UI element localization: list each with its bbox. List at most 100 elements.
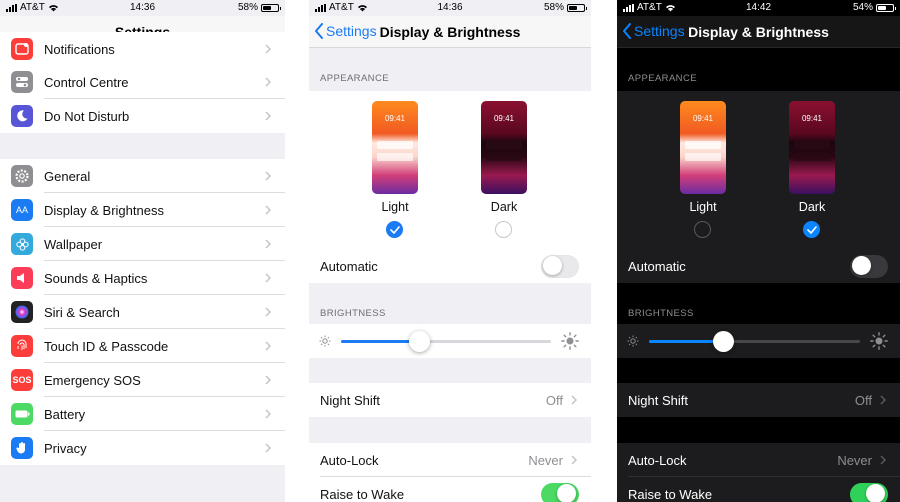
night-shift-value: Off	[854, 392, 872, 408]
nav-bar: Settings Display & Brightness	[309, 16, 591, 48]
checkmark-icon	[807, 226, 817, 234]
brightness-fill	[649, 340, 723, 343]
checkmark-icon	[390, 226, 400, 234]
display-brightness-dark-panel: AT&T 14:42 54% Settings Display & Bright…	[617, 0, 900, 502]
gear-icon	[11, 165, 33, 187]
light-mode-radio[interactable]	[386, 221, 403, 238]
battery-percent: 54%	[852, 2, 873, 13]
settings-item-emergency-sos[interactable]: SOS Emergency SOS	[0, 363, 285, 397]
settings-item-label: Battery	[44, 406, 86, 422]
automatic-row: Automatic	[617, 249, 900, 283]
settings-item-siri-search[interactable]: Siri & Search	[0, 295, 285, 329]
sun-large-icon	[561, 332, 579, 350]
settings-item-touch-id-passcode[interactable]: Touch ID & Passcode	[0, 329, 285, 363]
page-title: Display & Brightness	[688, 24, 829, 40]
raise-to-wake-toggle[interactable]	[850, 482, 888, 502]
raise-to-wake-label: Raise to Wake	[320, 486, 405, 502]
chevron-right-icon	[265, 443, 271, 453]
preview-time: 09:41	[801, 114, 823, 123]
settings-item-sounds-haptics[interactable]: Sounds & Haptics	[0, 261, 285, 295]
nav-bar: Settings Display & Brightness	[617, 16, 900, 48]
dark-mode-radio[interactable]	[803, 221, 820, 238]
auto-lock-row[interactable]: Auto-Lock Never	[309, 443, 591, 477]
sun-large-icon	[870, 332, 888, 350]
auto-lock-row[interactable]: Auto-Lock Never	[617, 443, 900, 477]
chevron-right-icon	[265, 239, 271, 249]
chevron-right-icon	[880, 395, 886, 405]
page-title: Display & Brightness	[379, 24, 521, 40]
brightness-thumb[interactable]	[712, 331, 734, 352]
speaker-icon	[11, 267, 33, 289]
brightness-slider[interactable]	[649, 331, 860, 352]
brightness-slider[interactable]	[341, 331, 551, 352]
settings-item-battery[interactable]: Battery	[0, 397, 285, 431]
brightness-row	[309, 324, 591, 358]
settings-item-label: Display & Brightness	[44, 202, 164, 218]
settings-item-label: Wallpaper	[44, 236, 103, 252]
sos-icon: SOS	[11, 369, 33, 391]
preview-time: 09:41	[493, 114, 515, 123]
night-shift-row[interactable]: Night Shift Off	[309, 383, 591, 417]
automatic-label: Automatic	[320, 258, 378, 274]
dark-mode-preview[interactable]: 09:41	[789, 101, 835, 194]
automatic-toggle[interactable]	[541, 254, 579, 278]
preview-time: 09:41	[692, 114, 714, 123]
settings-item-wallpaper[interactable]: Wallpaper	[0, 227, 285, 261]
automatic-toggle[interactable]	[850, 254, 888, 278]
brightness-fill	[341, 340, 419, 343]
night-shift-label: Night Shift	[628, 392, 688, 408]
dark-mode-preview[interactable]: 09:41	[481, 101, 527, 194]
brightness-row	[617, 324, 900, 358]
automatic-label: Automatic	[628, 258, 686, 274]
settings-item-label: Emergency SOS	[44, 372, 141, 388]
settings-item-privacy[interactable]: Privacy	[0, 431, 285, 465]
status-bar: AT&T 14:42 54%	[617, 0, 900, 16]
notifications-icon	[11, 38, 33, 60]
status-bar: AT&T 14:36 58%	[309, 0, 591, 16]
display-brightness-light-panel: AT&T 14:36 58% Settings Display & Bright…	[309, 0, 591, 502]
chevron-right-icon	[880, 455, 886, 465]
dark-mode-label: Dark	[798, 200, 826, 214]
raise-to-wake-toggle[interactable]	[541, 482, 579, 502]
chevron-right-icon	[265, 307, 271, 317]
settings-item-do-not-disturb[interactable]: Do Not Disturb	[0, 99, 285, 133]
brightness-header: BRIGHTNESS	[628, 308, 694, 319]
sun-small-icon	[319, 335, 331, 347]
light-mode-label: Light	[689, 200, 717, 214]
chevron-right-icon	[265, 341, 271, 351]
settings-item-label: Touch ID & Passcode	[44, 338, 169, 354]
appearance-header: APPEARANCE	[320, 73, 389, 84]
battery-group: 58%	[544, 2, 587, 13]
settings-item-general[interactable]: General	[0, 159, 285, 193]
status-bar: AT&T 14:36 58%	[0, 0, 285, 16]
night-shift-row[interactable]: Night Shift Off	[617, 383, 900, 417]
auto-lock-value: Never	[528, 452, 563, 468]
settings-item-label: General	[44, 168, 91, 184]
settings-item-label: Notifications	[44, 41, 115, 57]
settings-panel: AT&T 14:36 58% Settings NotificationsCon…	[0, 0, 285, 502]
battery-icon	[261, 3, 281, 12]
screenshot-collage: AT&T 14:36 58% Settings NotificationsCon…	[0, 0, 900, 502]
battery-icon	[567, 3, 587, 12]
light-mode-radio[interactable]	[694, 221, 711, 238]
settings-item-notifications[interactable]: Notifications	[0, 32, 285, 66]
settings-item-control-centre[interactable]: Control Centre	[0, 65, 285, 99]
settings-item-label: Control Centre	[44, 74, 129, 90]
dark-mode-radio[interactable]	[495, 221, 512, 238]
settings-item-display-brightness[interactable]: AA Display & Brightness	[0, 193, 285, 227]
appearance-section: 09:41 09:41 Light Dark	[309, 91, 591, 249]
toggle-knob	[851, 256, 871, 275]
preview-notification	[685, 153, 721, 161]
toggle-knob	[557, 484, 576, 502]
light-mode-preview[interactable]: 09:41	[372, 101, 418, 194]
light-mode-preview[interactable]: 09:41	[680, 101, 726, 194]
brightness-thumb[interactable]	[408, 331, 430, 352]
control-centre-icon	[11, 71, 33, 93]
fingerprint-icon	[11, 335, 33, 357]
hand-icon	[11, 437, 33, 459]
light-mode-label: Light	[381, 200, 409, 214]
toggle-knob	[866, 484, 885, 502]
moon-icon	[11, 105, 33, 127]
appearance-section: 09:41 09:41 Light Dark	[617, 91, 900, 249]
chevron-right-icon	[265, 409, 271, 419]
